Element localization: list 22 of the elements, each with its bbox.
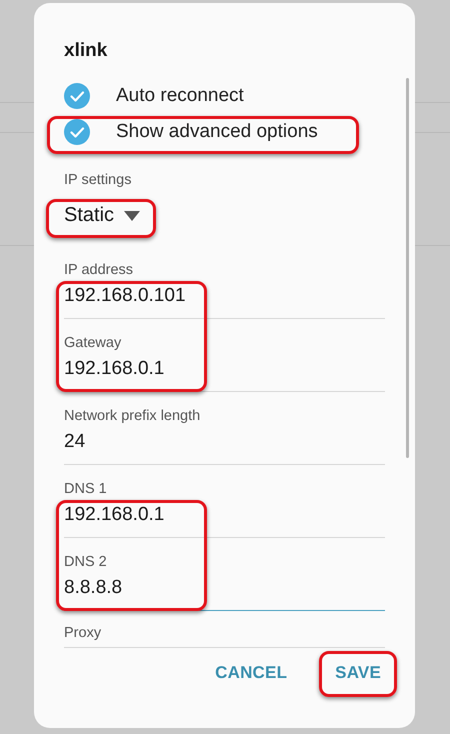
- dialog-button[interactable]: SAVE: [331, 657, 385, 689]
- checkbox-label: Show advanced options: [116, 121, 318, 144]
- dialog-button[interactable]: CANCEL: [211, 657, 292, 689]
- input-field[interactable]: 192.168.0.1: [64, 500, 385, 529]
- input-field[interactable]: 192.168.0.1: [64, 354, 385, 383]
- field-label: Gateway: [64, 334, 122, 353]
- field-label: Network prefix length: [64, 406, 202, 426]
- field-label: IP settings: [64, 171, 132, 190]
- field-label: IP address: [64, 260, 134, 280]
- input-field[interactable]: 192.168.0.101: [64, 282, 385, 310]
- field-label: Proxy: [64, 625, 102, 642]
- caret-icon: [124, 210, 140, 221]
- dialog-title: xlink: [63, 39, 108, 63]
- checkbox[interactable]: [64, 119, 90, 146]
- checkbox-label: Auto reconnect: [116, 85, 244, 108]
- input-field[interactable]: 24: [64, 428, 385, 456]
- checkbox[interactable]: [64, 83, 90, 110]
- scrollbar[interactable]: [406, 78, 409, 458]
- field-label: DNS 1: [64, 480, 108, 499]
- input-field[interactable]: 8.8.8.8: [64, 574, 385, 602]
- ip-settings-dropdown[interactable]: Static: [64, 204, 140, 228]
- field-label: DNS 2: [64, 552, 108, 572]
